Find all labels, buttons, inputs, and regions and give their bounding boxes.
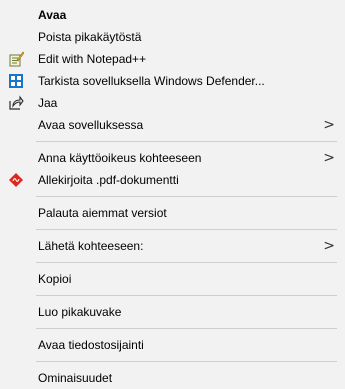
menu-item-unpin-quick-access[interactable]: Poista pikakäytöstä xyxy=(0,26,345,48)
menu-item-label: Jaa xyxy=(38,96,58,110)
menu-separator xyxy=(36,295,337,296)
menu-item-properties[interactable]: Ominaisuudet xyxy=(0,367,345,389)
menu-item-label: Luo pikakuvake xyxy=(38,305,122,319)
menu-item-label: Anna käyttöoikeus kohteeseen xyxy=(38,151,202,165)
menu-item-send-to[interactable]: Lähetä kohteeseen: > xyxy=(0,235,345,257)
menu-item-label: Edit with Notepad++ xyxy=(38,52,147,66)
menu-item-label: Allekirjoita .pdf-dokumentti xyxy=(38,173,179,187)
chevron-right-icon: > xyxy=(323,238,335,254)
menu-item-edit-notepad[interactable]: Edit with Notepad++ xyxy=(0,48,345,70)
menu-item-open[interactable]: Avaa xyxy=(0,4,345,26)
menu-item-copy[interactable]: Kopioi xyxy=(0,268,345,290)
notepad-plus-plus-icon xyxy=(8,51,24,67)
menu-item-restore-previous-versions[interactable]: Palauta aiemmat versiot xyxy=(0,202,345,224)
menu-item-label: Palauta aiemmat versiot xyxy=(38,206,167,220)
menu-item-label: Lähetä kohteeseen: xyxy=(38,239,144,253)
menu-separator xyxy=(36,328,337,329)
windows-defender-icon xyxy=(8,73,24,89)
chevron-right-icon: > xyxy=(323,117,335,133)
chevron-right-icon: > xyxy=(323,150,335,166)
menu-item-label: Ominaisuudet xyxy=(38,371,113,385)
menu-item-share[interactable]: Jaa xyxy=(0,92,345,114)
pdf-sign-icon xyxy=(8,172,24,188)
menu-item-sign-pdf[interactable]: Allekirjoita .pdf-dokumentti xyxy=(0,169,345,191)
menu-item-open-file-location[interactable]: Avaa tiedostosijainti xyxy=(0,334,345,356)
menu-item-create-shortcut[interactable]: Luo pikakuvake xyxy=(0,301,345,323)
menu-item-open-with[interactable]: Avaa sovelluksessa > xyxy=(0,114,345,136)
menu-separator xyxy=(36,229,337,230)
share-icon xyxy=(8,95,24,111)
menu-separator xyxy=(36,361,337,362)
menu-separator xyxy=(36,196,337,197)
menu-item-label: Avaa tiedostosijainti xyxy=(38,338,144,352)
context-menu: Avaa Poista pikakäytöstä Edit with Notep… xyxy=(0,0,345,385)
menu-item-label: Poista pikakäytöstä xyxy=(38,30,142,44)
menu-item-give-access[interactable]: Anna käyttöoikeus kohteeseen > xyxy=(0,147,345,169)
menu-item-label: Kopioi xyxy=(38,272,72,286)
menu-separator xyxy=(36,141,337,142)
menu-item-label: Avaa sovelluksessa xyxy=(38,118,144,132)
menu-item-windows-defender-scan[interactable]: Tarkista sovelluksella Windows Defender.… xyxy=(0,70,345,92)
menu-item-label: Tarkista sovelluksella Windows Defender.… xyxy=(38,74,265,88)
menu-item-label: Avaa xyxy=(38,8,67,22)
menu-separator xyxy=(36,262,337,263)
